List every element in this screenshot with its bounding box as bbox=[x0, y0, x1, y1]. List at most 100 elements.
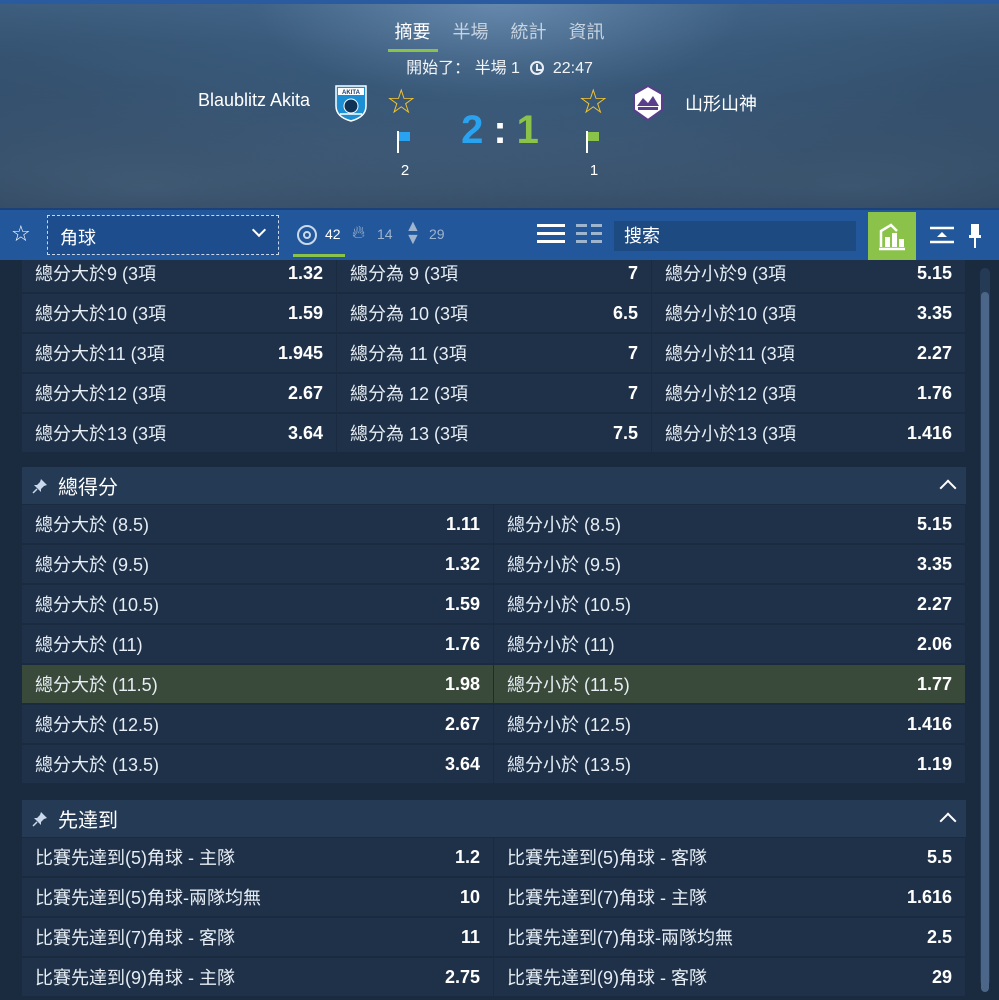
odds-cell[interactable]: 總分小於 (10.5) 2.27 bbox=[494, 585, 965, 623]
scrollbar-thumb[interactable] bbox=[981, 292, 989, 992]
collapse-icon[interactable] bbox=[928, 224, 956, 246]
odds-cell[interactable]: 總分小於 (11) 2.06 bbox=[494, 625, 965, 663]
odds-cell[interactable]: 比賽先達到(5)角球 - 客隊 5.5 bbox=[494, 838, 965, 876]
away-team-crest-icon bbox=[633, 84, 663, 122]
odds-label: 比賽先達到(7)角球 - 主隊 bbox=[507, 888, 707, 908]
odds-cell[interactable]: 總分大於 (12.5) 2.67 bbox=[22, 705, 493, 743]
odds-value: 2.27 bbox=[916, 342, 952, 363]
total-goals-header[interactable]: 總得分 bbox=[22, 467, 966, 504]
grid-view-icon[interactable] bbox=[576, 224, 602, 246]
odds-label: 總分小於 (12.5) bbox=[507, 715, 632, 735]
odds-value: 3.64 bbox=[444, 753, 480, 774]
odds-label: 總分小於9 (3項 bbox=[665, 264, 787, 284]
odds-value: 2.67 bbox=[287, 382, 323, 403]
odds-cell[interactable]: 總分大於 (9.5) 1.32 bbox=[22, 545, 493, 583]
odds-cell[interactable]: 總分小於 (9.5) 3.35 bbox=[494, 545, 965, 583]
pin-icon[interactable] bbox=[32, 478, 48, 494]
odds-cell[interactable]: 總分為 9 (3項 7 bbox=[337, 260, 651, 292]
odds-label: 總分大於9 (3項 bbox=[35, 264, 157, 284]
odds-value: 1.76 bbox=[916, 382, 952, 403]
odds-cell[interactable]: 比賽先達到(7)角球 - 主隊 1.616 bbox=[494, 878, 965, 916]
race-to-section: 先達到 比賽先達到(5)角球 - 主隊 1.2 比賽先達到(5)角球 - 客隊 5.5… bbox=[22, 800, 966, 997]
odds-value: 7 bbox=[627, 262, 638, 283]
home-corner-count: 2 bbox=[400, 162, 410, 179]
odds-label: 比賽先達到(5)角球-兩隊均無 bbox=[35, 888, 261, 908]
odds-cell[interactable]: 總分小於 (8.5) 5.15 bbox=[494, 505, 965, 543]
odds-cell[interactable]: 總分大於12 (3項 2.67 bbox=[22, 374, 336, 412]
odds-label: 總分為 11 (3項 bbox=[350, 344, 467, 364]
search-input[interactable] bbox=[614, 221, 856, 251]
odds-cell[interactable]: 總分小於12 (3項 1.76 bbox=[652, 374, 965, 412]
odds-value: 1.19 bbox=[916, 753, 952, 774]
pin-icon[interactable] bbox=[32, 811, 48, 827]
odds-value: 1.416 bbox=[906, 713, 952, 734]
target-icon[interactable] bbox=[297, 225, 317, 245]
odds-label: 總分小於 (10.5) bbox=[507, 595, 632, 615]
odds-cell[interactable]: 總分為 13 (3項 7.5 bbox=[337, 414, 651, 452]
away-favorite-star-icon[interactable]: ☆ bbox=[578, 84, 608, 120]
odds-row: 總分大於 (11.5) 1.98 總分小於 (11.5) 1.77 bbox=[22, 664, 966, 704]
odds-cell[interactable]: 比賽先達到(7)角球 - 客隊 11 bbox=[22, 918, 493, 956]
odds-row: 總分大於12 (3項 2.67 總分為 12 (3項 7 總分小於12 (3項 1.76 bbox=[22, 373, 966, 413]
odds-row: 總分大於 (10.5) 1.59 總分小於 (10.5) 2.27 bbox=[22, 584, 966, 624]
odds-value: 2.75 bbox=[444, 966, 480, 987]
odds-value: 1.77 bbox=[916, 673, 952, 694]
odds-cell[interactable]: 總分小於 (13.5) 1.19 bbox=[494, 745, 965, 783]
odds-cell[interactable]: 比賽先達到(5)角球 - 主隊 1.2 bbox=[22, 838, 493, 876]
odds-cell[interactable]: 總分小於9 (3項 5.15 bbox=[652, 260, 965, 292]
odds-value: 1.59 bbox=[287, 302, 323, 323]
tab-info[interactable]: 資訊 bbox=[558, 14, 616, 52]
odds-cell[interactable]: 總分大於13 (3項 3.64 bbox=[22, 414, 336, 452]
tab-halftime[interactable]: 半場 bbox=[442, 14, 500, 52]
odds-row: 總分大於10 (3項 1.59 總分為 10 (3項 6.5 總分小於10 (3項 3.3… bbox=[22, 293, 966, 333]
corner-totals-section: 總分大於9 (3項 1.32 總分為 9 (3項 7 總分小於9 (3項 5.15 總分大於… bbox=[22, 260, 966, 453]
odds-label: 總分大於 (13.5) bbox=[35, 755, 160, 775]
home-favorite-star-icon[interactable]: ☆ bbox=[386, 84, 416, 120]
odds-cell[interactable]: 比賽先達到(9)角球 - 主隊 2.75 bbox=[22, 958, 493, 996]
odds-label: 總分為 13 (3項 bbox=[350, 424, 469, 444]
count-hot: 14 bbox=[377, 226, 393, 242]
odds-cell[interactable]: 總分小於11 (3項 2.27 bbox=[652, 334, 965, 372]
chevron-down-icon bbox=[251, 222, 267, 238]
odds-cell[interactable]: 總分小於10 (3項 3.35 bbox=[652, 294, 965, 332]
odds-cell[interactable]: 總分為 10 (3項 6.5 bbox=[337, 294, 651, 332]
odds-cell[interactable]: 總分大於 (13.5) 3.64 bbox=[22, 745, 493, 783]
odds-cell[interactable]: 總分大於 (8.5) 1.11 bbox=[22, 505, 493, 543]
odds-label: 總分大於13 (3項 bbox=[35, 424, 167, 444]
pin-icon[interactable] bbox=[968, 222, 982, 250]
odds-cell[interactable]: 比賽先達到(5)角球-兩隊均無 10 bbox=[22, 878, 493, 916]
odds-cell[interactable]: 總分大於11 (3項 1.945 bbox=[22, 334, 336, 372]
odds-cell[interactable]: 總分大於 (11) 1.76 bbox=[22, 625, 493, 663]
odds-cell[interactable]: 總分為 11 (3項 7 bbox=[337, 334, 651, 372]
chevron-up-icon[interactable] bbox=[939, 812, 957, 830]
odds-label: 總分大於 (9.5) bbox=[35, 555, 150, 575]
odds-row: 比賽先達到(5)角球-兩隊均無 10 比賽先達到(7)角球 - 主隊 1.616 bbox=[22, 877, 966, 917]
odds-cell[interactable]: 比賽先達到(7)角球-兩隊均無 2.5 bbox=[494, 918, 965, 956]
odds-cell[interactable]: 總分大於9 (3項 1.32 bbox=[22, 260, 336, 292]
favorite-star-icon[interactable]: ☆ bbox=[11, 221, 31, 247]
odds-cell[interactable]: 總分為 12 (3項 7 bbox=[337, 374, 651, 412]
fire-icon[interactable]: 🔥︎ bbox=[352, 222, 365, 243]
count-all: 42 bbox=[325, 226, 341, 242]
tab-stats[interactable]: 統計 bbox=[500, 14, 558, 52]
odds-cell[interactable]: 總分小於 (11.5) 1.77 bbox=[494, 665, 965, 703]
odds-cell[interactable]: 總分大於 (11.5) 1.98 bbox=[22, 665, 493, 703]
odds-cell[interactable]: 總分小於 (12.5) 1.416 bbox=[494, 705, 965, 743]
market-select[interactable]: 角球 bbox=[47, 215, 279, 255]
scoreboard-header: 摘要 半場 統計 資訊 開始了： 半場 1 22:47 Blaublitz Ak… bbox=[0, 0, 999, 208]
updown-arrows-icon[interactable]: ▲ ▼ bbox=[405, 219, 421, 248]
race-to-header[interactable]: 先達到 bbox=[22, 800, 966, 837]
chevron-up-icon[interactable] bbox=[939, 479, 957, 497]
odds-cell[interactable]: 總分大於10 (3項 1.59 bbox=[22, 294, 336, 332]
odds-label: 總分為 10 (3項 bbox=[350, 304, 469, 324]
tab-summary[interactable]: 摘要 bbox=[384, 14, 442, 52]
odds-label: 總分大於 (11.5) bbox=[35, 675, 158, 695]
list-view-icon[interactable] bbox=[537, 224, 565, 246]
odds-row: 總分大於 (8.5) 1.11 總分小於 (8.5) 5.15 bbox=[22, 504, 966, 544]
odds-cell[interactable]: 總分小於13 (3項 1.416 bbox=[652, 414, 965, 452]
stats-layout-button[interactable] bbox=[868, 212, 916, 260]
odds-cell[interactable]: 比賽先達到(9)角球 - 客隊 29 bbox=[494, 958, 965, 996]
scrollbar[interactable] bbox=[980, 268, 990, 992]
odds-value: 1.945 bbox=[277, 342, 323, 363]
odds-cell[interactable]: 總分大於 (10.5) 1.59 bbox=[22, 585, 493, 623]
